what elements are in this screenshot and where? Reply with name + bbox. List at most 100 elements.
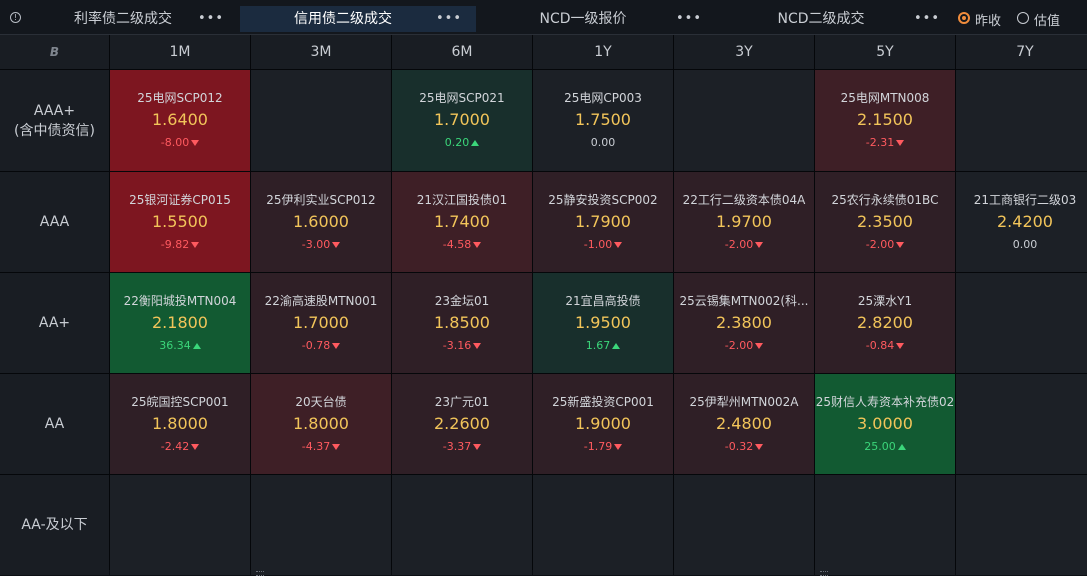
bond-name: 25电网CP003: [564, 91, 642, 105]
bond-change: -2.42: [110, 440, 250, 453]
arrow-down-icon: [614, 242, 623, 248]
bond-change-value: -0.84: [865, 339, 895, 352]
bond-change: -2.00: [674, 339, 814, 352]
bond-cell[interactable]: 22衡阳城投MTN004 2.1800 36.34: [110, 273, 250, 373]
bond-change: -8.00: [110, 136, 250, 149]
bond-cell[interactable]: 25溧水Y1 2.8200 -0.84: [815, 273, 955, 373]
arrow-up-icon: [471, 140, 480, 146]
bond-yield: 2.3800: [716, 313, 772, 332]
term-header[interactable]: 3M: [251, 35, 391, 69]
term-header[interactable]: 3Y: [674, 35, 814, 69]
bond-change-value: 36.34: [159, 339, 191, 352]
bond-cell[interactable]: 25云锡集MTN002(科... 2.3800 -2.00: [674, 273, 814, 373]
empty-cell: [251, 70, 391, 171]
radio-valuation-label: 估值: [1034, 14, 1061, 29]
bond-cell[interactable]: 25伊利实业SCP012 1.6000 -3.00: [251, 172, 391, 272]
bond-cell[interactable]: 25财信人寿资本补充债02 3.0000 25.00: [815, 374, 955, 474]
rating-label-line1: AAA+: [33, 102, 76, 119]
bond-cell[interactable]: 25电网CP003 1.7500 0.00: [533, 70, 673, 171]
radio-prev-close[interactable]: [958, 12, 970, 24]
bond-name: 25云锡集MTN002(科...: [679, 294, 809, 308]
bond-cell[interactable]: 21宜昌高投债 1.9500 1.67: [533, 273, 673, 373]
bond-cell[interactable]: 21工商银行二级03 2.4200 0.00: [956, 172, 1087, 272]
rating-row-header: AA: [0, 374, 109, 474]
bond-yield: 1.8000: [152, 414, 208, 433]
bond-cell[interactable]: 22渝高速股MTN001 1.7000 -0.78: [251, 273, 391, 373]
bond-change: -3.16: [392, 339, 532, 352]
arrow-down-icon: [755, 242, 764, 248]
tab-label: NCD二级成交: [777, 11, 865, 27]
bond-cell[interactable]: 25皖国控SCP001 1.8000 -2.42: [110, 374, 250, 474]
bond-cell[interactable]: 25静安投资SCP002 1.7900 -1.00: [533, 172, 673, 272]
term-header[interactable]: 1M: [110, 35, 250, 69]
bond-change: 0.00: [956, 238, 1087, 251]
arrow-down-icon: [755, 343, 764, 349]
bond-name: 21工商银行二级03: [973, 193, 1077, 207]
tab-rates-secondary[interactable]: 利率债二级成交 •••: [38, 6, 238, 32]
bond-cell[interactable]: 25电网SCP012 1.6400 -8.00: [110, 70, 250, 171]
radio-valuation[interactable]: [1017, 12, 1029, 24]
resize-handle[interactable]: [256, 571, 264, 576]
bond-change-value: -2.00: [724, 339, 754, 352]
corner-cell: B: [0, 35, 109, 69]
bond-change-value: -3.00: [301, 238, 331, 251]
arrow-up-icon: [192, 343, 201, 349]
resize-handle[interactable]: [820, 571, 828, 576]
bond-cell[interactable]: 22工行二级资本债04A 1.9700 -2.00: [674, 172, 814, 272]
arrow-down-icon: [473, 343, 482, 349]
bond-change: 0.20: [392, 136, 532, 149]
term-header[interactable]: 7Y: [956, 35, 1087, 69]
more-icon[interactable]: •••: [436, 6, 462, 32]
tab-ncd-primary[interactable]: NCD一级报价 •••: [480, 6, 716, 32]
info-icon[interactable]: !: [10, 12, 21, 23]
bond-name: 20天台债: [295, 395, 347, 409]
empty-cell: [674, 475, 814, 575]
bond-cell[interactable]: 23金坛01 1.8500 -3.16: [392, 273, 532, 373]
bond-change-value: -3.16: [442, 339, 472, 352]
arrow-down-icon: [191, 444, 200, 450]
bond-cell[interactable]: 25伊犁州MTN002A 2.4800 -0.32: [674, 374, 814, 474]
bond-name: 22渝高速股MTN001: [264, 294, 378, 308]
term-header[interactable]: 6M: [392, 35, 532, 69]
bond-yield: 1.8500: [434, 313, 490, 332]
bond-cell[interactable]: 25农行永续债01BC 2.3500 -2.00: [815, 172, 955, 272]
bond-cell[interactable]: 25电网MTN008 2.1500 -2.31: [815, 70, 955, 171]
rating-label-line1: AAA: [39, 214, 70, 230]
tab-credit-secondary[interactable]: 信用债二级成交 •••: [240, 6, 476, 32]
bond-change: -4.58: [392, 238, 532, 251]
more-icon[interactable]: •••: [914, 6, 940, 32]
bond-cell[interactable]: 25银河证券CP015 1.5500 -9.82: [110, 172, 250, 272]
bond-yield: 2.2600: [434, 414, 490, 433]
more-icon[interactable]: •••: [676, 6, 702, 32]
bond-change-value: 0.00: [1012, 238, 1038, 251]
bond-yield: 1.8000: [293, 414, 349, 433]
bond-change: -1.79: [533, 440, 673, 453]
bond-yield: 1.7400: [434, 212, 490, 231]
bond-name: 25静安投资SCP002: [548, 193, 658, 207]
tab-ncd-secondary[interactable]: NCD二级成交 •••: [718, 6, 954, 32]
bond-change: 0.00: [533, 136, 673, 149]
bond-name: 23广元01: [434, 395, 490, 409]
arrow-down-icon: [473, 242, 482, 248]
bond-cell[interactable]: 25新盛投资CP001 1.9000 -1.79: [533, 374, 673, 474]
arrow-down-icon: [755, 444, 764, 450]
bond-yield: 2.8200: [857, 313, 913, 332]
arrow-down-icon: [332, 444, 341, 450]
bond-cell[interactable]: 21汉江国投债01 1.7400 -4.58: [392, 172, 532, 272]
bond-name: 25溧水Y1: [857, 294, 913, 308]
rating-row-header: AA-及以下: [0, 475, 109, 575]
bond-name: 25伊利实业SCP012: [266, 193, 376, 207]
bond-cell[interactable]: 20天台债 1.8000 -4.37: [251, 374, 391, 474]
bond-cell[interactable]: 25电网SCP021 1.7000 0.20: [392, 70, 532, 171]
term-header[interactable]: 1Y: [533, 35, 673, 69]
more-icon[interactable]: •••: [198, 6, 224, 32]
empty-cell: [956, 374, 1087, 474]
bond-cell[interactable]: 23广元01 2.2600 -3.37: [392, 374, 532, 474]
term-header[interactable]: 5Y: [815, 35, 955, 69]
bond-change-value: -1.79: [583, 440, 613, 453]
bond-change-value: -2.31: [865, 136, 895, 149]
bond-change-value: 0.00: [590, 136, 616, 149]
bond-name: 23金坛01: [434, 294, 490, 308]
bond-change: -0.78: [251, 339, 391, 352]
bond-change-value: 25.00: [864, 440, 896, 453]
